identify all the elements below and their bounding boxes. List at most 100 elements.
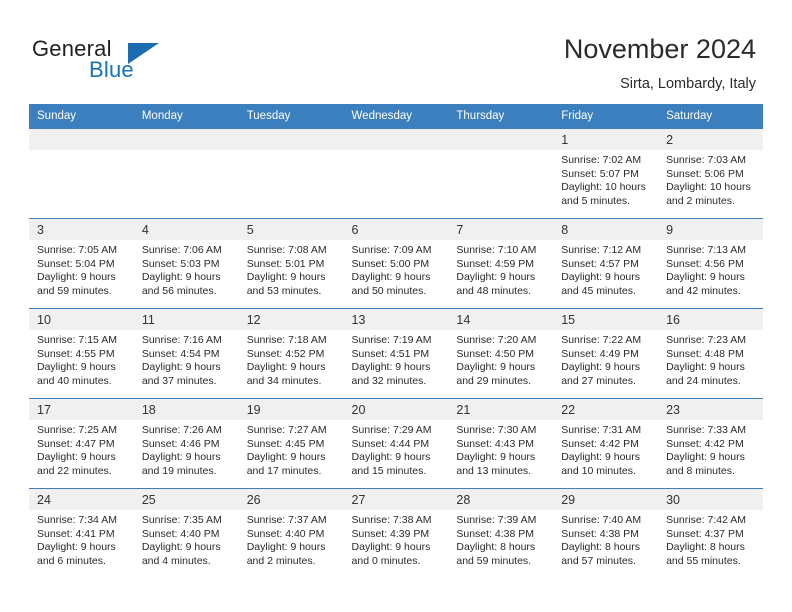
sunset-text: Sunset: 4:55 PM	[37, 347, 115, 360]
calendar-day-cell[interactable]: 17 Sunrise: 7:25 AM Sunset: 4:47 PM Dayligh…	[29, 398, 134, 489]
calendar-day-cell[interactable]: 6 Sunrise: 7:09 AM Sunset: 5:00 PM Daylight…	[343, 218, 449, 309]
day-sun-info: Sunrise: 7:38 AM Sunset: 4:39 PM Daylight:…	[344, 510, 449, 568]
daylight-text-cont: and 4 minutes.	[141, 554, 211, 567]
sunrise-text: Sunrise: 7:02 AM	[561, 154, 642, 166]
sunrise-text: Sunrise: 7:37 AM	[246, 514, 327, 526]
day-number: 6	[343, 219, 449, 240]
calendar-day-cell[interactable]: 3 Sunrise: 7:05 AM Sunset: 5:04 PM Daylight…	[29, 218, 134, 309]
calendar-day-cell[interactable]: 25 Sunrise: 7:35 AM Sunset: 4:40 PM Dayligh…	[133, 488, 239, 578]
calendar-day-cell[interactable]: 26 Sunrise: 7:37 AM Sunset: 4:40 PM Dayligh…	[238, 488, 344, 578]
daylight-text-cont: and 45 minutes.	[561, 284, 636, 297]
calendar-day-cell[interactable]: 28 Sunrise: 7:39 AM Sunset: 4:38 PM Dayligh…	[448, 488, 554, 578]
day-sun-info: Sunrise: 7:35 AM Sunset: 4:40 PM Daylight:…	[134, 510, 239, 568]
weekday-header-wednesday: Wednesday	[343, 104, 449, 129]
calendar-day-cell[interactable]: 1 Sunrise: 7:02 AM Sunset: 5:07 PM Daylight…	[553, 128, 659, 219]
day-number	[448, 129, 554, 150]
daylight-text: Daylight: 9 hours	[351, 541, 431, 554]
sunrise-text: Sunrise: 7:42 AM	[666, 514, 747, 526]
calendar-day-cell[interactable]: 27 Sunrise: 7:38 AM Sunset: 4:39 PM Dayligh…	[343, 488, 449, 578]
sunrise-text: Sunrise: 7:05 AM	[37, 244, 117, 256]
daylight-text-cont: and 53 minutes.	[246, 284, 322, 297]
calendar-day-cell[interactable]: 12 Sunrise: 7:18 AM Sunset: 4:52 PM Dayligh…	[238, 308, 344, 399]
day-sun-info: Sunrise: 7:08 AM Sunset: 5:01 PM Daylight:…	[239, 240, 344, 298]
sunset-text: Sunset: 4:38 PM	[561, 527, 639, 540]
sunrise-text: Sunrise: 7:19 AM	[351, 334, 432, 346]
calendar-day-cell[interactable]: 23 Sunrise: 7:33 AM Sunset: 4:42 PM Dayligh…	[658, 398, 763, 489]
sunrise-text: Sunrise: 7:25 AM	[37, 424, 117, 436]
calendar-day-cell[interactable]: 9 Sunrise: 7:13 AM Sunset: 4:56 PM Daylight…	[658, 218, 763, 309]
daylight-text: Daylight: 8 hours	[666, 541, 745, 554]
sunrise-sunset-calendar: Sunday Monday Tuesday Wednesday Thursday…	[29, 104, 763, 578]
daylight-text: Daylight: 9 hours	[561, 271, 641, 284]
daylight-text-cont: and 17 minutes.	[246, 464, 322, 477]
daylight-text-cont: and 59 minutes.	[456, 554, 532, 567]
sunset-text: Sunset: 5:00 PM	[351, 257, 430, 270]
calendar-day-cell[interactable]: 22 Sunrise: 7:31 AM Sunset: 4:42 PM Dayligh…	[553, 398, 659, 489]
general-blue-logo[interactable]: General Blue	[32, 36, 212, 86]
sunrise-text: Sunrise: 7:34 AM	[37, 514, 117, 526]
sunset-text: Sunset: 4:43 PM	[456, 437, 535, 450]
daylight-text-cont: and 56 minutes.	[141, 284, 217, 297]
calendar-day-cell[interactable]: 16 Sunrise: 7:23 AM Sunset: 4:48 PM Dayligh…	[658, 308, 763, 399]
daylight-text: Daylight: 9 hours	[246, 541, 326, 554]
day-number: 8	[553, 219, 659, 240]
sunset-text: Sunset: 4:39 PM	[351, 527, 430, 540]
day-number: 18	[133, 399, 239, 420]
calendar-day-cell[interactable]: 18 Sunrise: 7:26 AM Sunset: 4:46 PM Dayligh…	[133, 398, 239, 489]
day-sun-info: Sunrise: 7:23 AM Sunset: 4:48 PM Daylight:…	[658, 330, 763, 388]
day-sun-info: Sunrise: 7:15 AM Sunset: 4:55 PM Daylight:…	[29, 330, 134, 388]
calendar-day-cell[interactable]: 15 Sunrise: 7:22 AM Sunset: 4:49 PM Dayligh…	[553, 308, 659, 399]
calendar-day-cell[interactable]: 29 Sunrise: 7:40 AM Sunset: 4:38 PM Dayligh…	[553, 488, 659, 578]
weekday-header-monday: Monday	[133, 104, 239, 129]
calendar-day-cell[interactable]: 13 Sunrise: 7:19 AM Sunset: 4:51 PM Dayligh…	[343, 308, 449, 399]
calendar-day-cell[interactable]: 21 Sunrise: 7:30 AM Sunset: 4:43 PM Dayligh…	[448, 398, 554, 489]
daylight-text-cont: and 50 minutes.	[351, 284, 427, 297]
sunset-text: Sunset: 5:07 PM	[561, 167, 639, 180]
sunrise-text: Sunrise: 7:22 AM	[561, 334, 642, 346]
sunrise-text: Sunrise: 7:40 AM	[561, 514, 642, 526]
day-sun-info: Sunrise: 7:37 AM Sunset: 4:40 PM Daylight:…	[239, 510, 344, 568]
daylight-text: Daylight: 9 hours	[456, 271, 536, 284]
day-number: 23	[658, 399, 763, 420]
sunset-text: Sunset: 5:04 PM	[37, 257, 115, 270]
calendar-day-cell[interactable]: 2 Sunrise: 7:03 AM Sunset: 5:06 PM Daylight…	[658, 128, 763, 219]
sunrise-text: Sunrise: 7:38 AM	[351, 514, 432, 526]
sunset-text: Sunset: 4:46 PM	[141, 437, 220, 450]
calendar-day-cell[interactable]: 10 Sunrise: 7:15 AM Sunset: 4:55 PM Dayligh…	[29, 308, 134, 399]
day-number: 3	[29, 219, 134, 240]
daylight-text: Daylight: 9 hours	[141, 361, 221, 374]
calendar-day-cell[interactable]: 24 Sunrise: 7:34 AM Sunset: 4:41 PM Dayligh…	[29, 488, 134, 578]
day-sun-info: Sunrise: 7:20 AM Sunset: 4:50 PM Daylight:…	[448, 330, 553, 388]
calendar-day-cell[interactable]: 11 Sunrise: 7:16 AM Sunset: 4:54 PM Dayligh…	[133, 308, 239, 399]
calendar-day-cell[interactable]: 20 Sunrise: 7:29 AM Sunset: 4:44 PM Dayligh…	[343, 398, 449, 489]
daylight-text: Daylight: 9 hours	[351, 361, 431, 374]
calendar-day-cell-empty	[238, 128, 344, 219]
weekday-header-saturday: Saturday	[658, 104, 763, 129]
sunrise-text: Sunrise: 7:18 AM	[246, 334, 327, 346]
daylight-text: Daylight: 9 hours	[37, 271, 116, 284]
day-sun-info: Sunrise: 7:30 AM Sunset: 4:43 PM Daylight:…	[448, 420, 553, 478]
day-sun-info: Sunrise: 7:25 AM Sunset: 4:47 PM Daylight:…	[29, 420, 134, 478]
daylight-text: Daylight: 9 hours	[456, 451, 536, 464]
daylight-text: Daylight: 9 hours	[37, 361, 116, 374]
weekday-header-sunday: Sunday	[29, 104, 134, 129]
calendar-day-cell[interactable]: 14 Sunrise: 7:20 AM Sunset: 4:50 PM Dayligh…	[448, 308, 554, 399]
daylight-text: Daylight: 9 hours	[141, 541, 221, 554]
day-sun-info: Sunrise: 7:03 AM Sunset: 5:06 PM Daylight:…	[658, 150, 763, 208]
weekday-header-friday: Friday	[553, 104, 659, 129]
calendar-day-cell[interactable]: 8 Sunrise: 7:12 AM Sunset: 4:57 PM Daylight…	[553, 218, 659, 309]
day-number: 26	[238, 489, 344, 510]
calendar-day-cell[interactable]: 5 Sunrise: 7:08 AM Sunset: 5:01 PM Daylight…	[238, 218, 344, 309]
daylight-text: Daylight: 10 hours	[666, 181, 751, 194]
sunrise-text: Sunrise: 7:15 AM	[37, 334, 117, 346]
calendar-day-cell[interactable]: 7 Sunrise: 7:10 AM Sunset: 4:59 PM Daylight…	[448, 218, 554, 309]
calendar-day-cell[interactable]: 4 Sunrise: 7:06 AM Sunset: 5:03 PM Daylight…	[133, 218, 239, 309]
day-number: 24	[29, 489, 134, 510]
daylight-text-cont: and 42 minutes.	[666, 284, 741, 297]
page-header: General Blue November 2024 Sirta, Lombar…	[0, 0, 792, 100]
calendar-day-cell[interactable]: 19 Sunrise: 7:27 AM Sunset: 4:45 PM Dayligh…	[238, 398, 344, 489]
sunrise-text: Sunrise: 7:03 AM	[666, 154, 747, 166]
daylight-text: Daylight: 9 hours	[351, 271, 431, 284]
calendar-day-cell[interactable]: 30 Sunrise: 7:42 AM Sunset: 4:37 PM Dayligh…	[658, 488, 763, 578]
day-sun-info: Sunrise: 7:13 AM Sunset: 4:56 PM Daylight:…	[658, 240, 763, 298]
